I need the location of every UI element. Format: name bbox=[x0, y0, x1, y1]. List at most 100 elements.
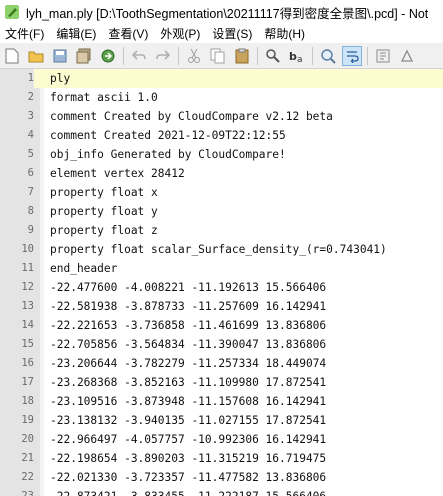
line-text: -22.477600 -4.008221 -11.192613 15.56640… bbox=[50, 281, 327, 294]
svg-text:a: a bbox=[297, 55, 303, 64]
line-number: 23 bbox=[21, 490, 34, 496]
line-text: -22.705856 -3.564834 -11.390047 13.83680… bbox=[50, 338, 327, 351]
line-text: -22.581938 -3.878733 -11.257609 16.14294… bbox=[50, 300, 327, 313]
line-text: comment Created 2021-12-09T22:12:55 bbox=[50, 129, 286, 142]
line-number: 4 bbox=[27, 129, 34, 141]
find-icon[interactable] bbox=[263, 46, 283, 66]
editor-line[interactable]: 13 -22.581938 -3.878733 -11.257609 16.142… bbox=[0, 297, 443, 316]
line-text: -22.198654 -3.890203 -11.315219 16.71947… bbox=[50, 452, 327, 465]
line-text: end_header bbox=[50, 262, 118, 275]
line-text: -22.021330 -3.723357 -11.477582 13.83680… bbox=[50, 471, 327, 484]
settings-icon[interactable] bbox=[373, 46, 393, 66]
line-number: 18 bbox=[21, 395, 34, 407]
menu-settings[interactable]: 设置(S) bbox=[206, 25, 258, 42]
editor-lines: 1 ply 2 format ascii 1.0 3 comment Created by… bbox=[0, 69, 443, 496]
editor-line[interactable]: 10 property float scalar_Surface_density_… bbox=[0, 240, 443, 259]
line-number: 9 bbox=[27, 224, 34, 236]
line-number: 8 bbox=[27, 205, 34, 217]
editor-line[interactable]: 1 ply bbox=[0, 69, 443, 88]
line-text: element vertex 28412 bbox=[50, 167, 185, 180]
line-number: 20 bbox=[21, 433, 34, 445]
window-title: lyh_man.ply [D:\ToothSegmentation\202111… bbox=[26, 6, 429, 21]
line-text: property float scalar_Surface_density_(r… bbox=[50, 243, 387, 256]
menu-bar: 文件(F) 编辑(E) 查看(V) 外观(P) 设置(S) 帮助(H) bbox=[0, 24, 443, 43]
cut-icon[interactable] bbox=[184, 46, 204, 66]
notepad-plus-plus-icon bbox=[5, 5, 19, 19]
paste-icon[interactable] bbox=[232, 46, 252, 66]
help-icon[interactable] bbox=[397, 46, 417, 66]
word-wrap-icon[interactable] bbox=[342, 45, 362, 66]
menu-help[interactable]: 帮助(H) bbox=[258, 25, 311, 42]
editor-line[interactable]: 12 -22.477600 -4.008221 -11.192613 15.566… bbox=[0, 278, 443, 297]
zoom-icon[interactable] bbox=[318, 46, 338, 66]
editor-line[interactable]: 18 -23.109516 -3.873948 -11.157608 16.142… bbox=[0, 392, 443, 411]
save-icon[interactable] bbox=[50, 46, 70, 66]
line-number: 2 bbox=[27, 91, 34, 103]
line-text: format ascii 1.0 bbox=[50, 91, 158, 104]
line-text: ply bbox=[50, 72, 71, 85]
editor-line[interactable]: 4 comment Created 2021-12-09T22:12:55 bbox=[0, 126, 443, 145]
toolbar-separator bbox=[312, 46, 313, 65]
line-number: 6 bbox=[27, 167, 34, 179]
line-number: 21 bbox=[21, 452, 34, 464]
line-number: 16 bbox=[21, 357, 34, 369]
menu-edit[interactable]: 编辑(E) bbox=[50, 25, 102, 42]
undo-icon[interactable] bbox=[129, 46, 149, 66]
svg-text:b: b bbox=[289, 50, 297, 63]
editor-line[interactable]: 11 end_header bbox=[0, 259, 443, 278]
line-text: -23.109516 -3.873948 -11.157608 16.14294… bbox=[50, 395, 327, 408]
line-number: 17 bbox=[21, 376, 34, 388]
editor-line[interactable]: 15 -22.705856 -3.564834 -11.390047 13.836… bbox=[0, 335, 443, 354]
reload-icon[interactable] bbox=[98, 46, 118, 66]
editor-line[interactable]: 2 format ascii 1.0 bbox=[0, 88, 443, 107]
line-text: property float x bbox=[50, 186, 158, 199]
editor-line[interactable]: 8 property float y bbox=[0, 202, 443, 221]
editor-line[interactable]: 22 -22.021330 -3.723357 -11.477582 13.836… bbox=[0, 468, 443, 487]
line-text: -22.221653 -3.736858 -11.461699 13.83680… bbox=[50, 319, 327, 332]
menu-file[interactable]: 文件(F) bbox=[0, 25, 50, 42]
line-number: 15 bbox=[21, 338, 34, 350]
editor-line[interactable]: 17 -23.268368 -3.852163 -11.109980 17.872… bbox=[0, 373, 443, 392]
line-text: -23.268368 -3.852163 -11.109980 17.87254… bbox=[50, 376, 327, 389]
editor-line[interactable]: 14 -22.221653 -3.736858 -11.461699 13.836… bbox=[0, 316, 443, 335]
line-text: -23.206644 -3.782279 -11.257334 18.44907… bbox=[50, 357, 327, 370]
line-number: 12 bbox=[21, 281, 34, 293]
editor-line[interactable]: 19 -23.138132 -3.940135 -11.027155 17.872… bbox=[0, 411, 443, 430]
editor-line[interactable]: 21 -22.198654 -3.890203 -11.315219 16.719… bbox=[0, 449, 443, 468]
redo-icon[interactable] bbox=[153, 46, 173, 66]
line-number: 5 bbox=[27, 148, 34, 160]
line-number: 11 bbox=[21, 262, 34, 274]
title-bar: lyh_man.ply [D:\ToothSegmentation\202111… bbox=[0, 0, 443, 24]
menu-view[interactable]: 查看(V) bbox=[102, 25, 154, 42]
editor-line[interactable]: 5 obj_info Generated by CloudCompare! bbox=[0, 145, 443, 164]
open-folder-icon[interactable] bbox=[26, 46, 46, 66]
save-all-icon[interactable] bbox=[74, 46, 94, 66]
line-number: 1 bbox=[0, 69, 34, 88]
line-text: -22.966497 -4.057757 -10.992306 16.14294… bbox=[50, 433, 327, 446]
line-text: obj_info Generated by CloudCompare! bbox=[50, 148, 286, 161]
toolbar-separator bbox=[257, 46, 258, 65]
line-number: 3 bbox=[27, 110, 34, 122]
line-number: 7 bbox=[27, 186, 34, 198]
line-text: comment Created by CloudCompare v2.12 be… bbox=[50, 110, 333, 123]
editor-line[interactable]: 9 property float z bbox=[0, 221, 443, 240]
line-number: 14 bbox=[21, 319, 34, 331]
editor-line[interactable]: 3 comment Created by CloudCompare v2.12 b… bbox=[0, 107, 443, 126]
editor-line[interactable]: 20 -22.966497 -4.057757 -10.992306 16.142… bbox=[0, 430, 443, 449]
line-text: -23.138132 -3.940135 -11.027155 17.87254… bbox=[50, 414, 327, 427]
replace-icon[interactable]: ba bbox=[287, 46, 307, 66]
text-editor[interactable]: 1 ply 2 format ascii 1.0 3 comment Created by… bbox=[0, 69, 443, 496]
line-text: property float y bbox=[50, 205, 158, 218]
new-file-icon[interactable] bbox=[2, 46, 22, 66]
copy-icon[interactable] bbox=[208, 46, 228, 66]
editor-line[interactable]: 6 element vertex 28412 bbox=[0, 164, 443, 183]
toolbar: ba bbox=[0, 43, 443, 69]
line-number: 10 bbox=[21, 243, 34, 255]
toolbar-separator bbox=[123, 46, 124, 65]
menu-appearance[interactable]: 外观(P) bbox=[154, 25, 206, 42]
editor-line[interactable]: 23 -22.873421 -3.833455 -11.222187 15.566… bbox=[0, 487, 443, 496]
toolbar-separator bbox=[178, 46, 179, 65]
line-text: property float z bbox=[50, 224, 158, 237]
editor-line[interactable]: 7 property float x bbox=[0, 183, 443, 202]
editor-line[interactable]: 16 -23.206644 -3.782279 -11.257334 18.449… bbox=[0, 354, 443, 373]
